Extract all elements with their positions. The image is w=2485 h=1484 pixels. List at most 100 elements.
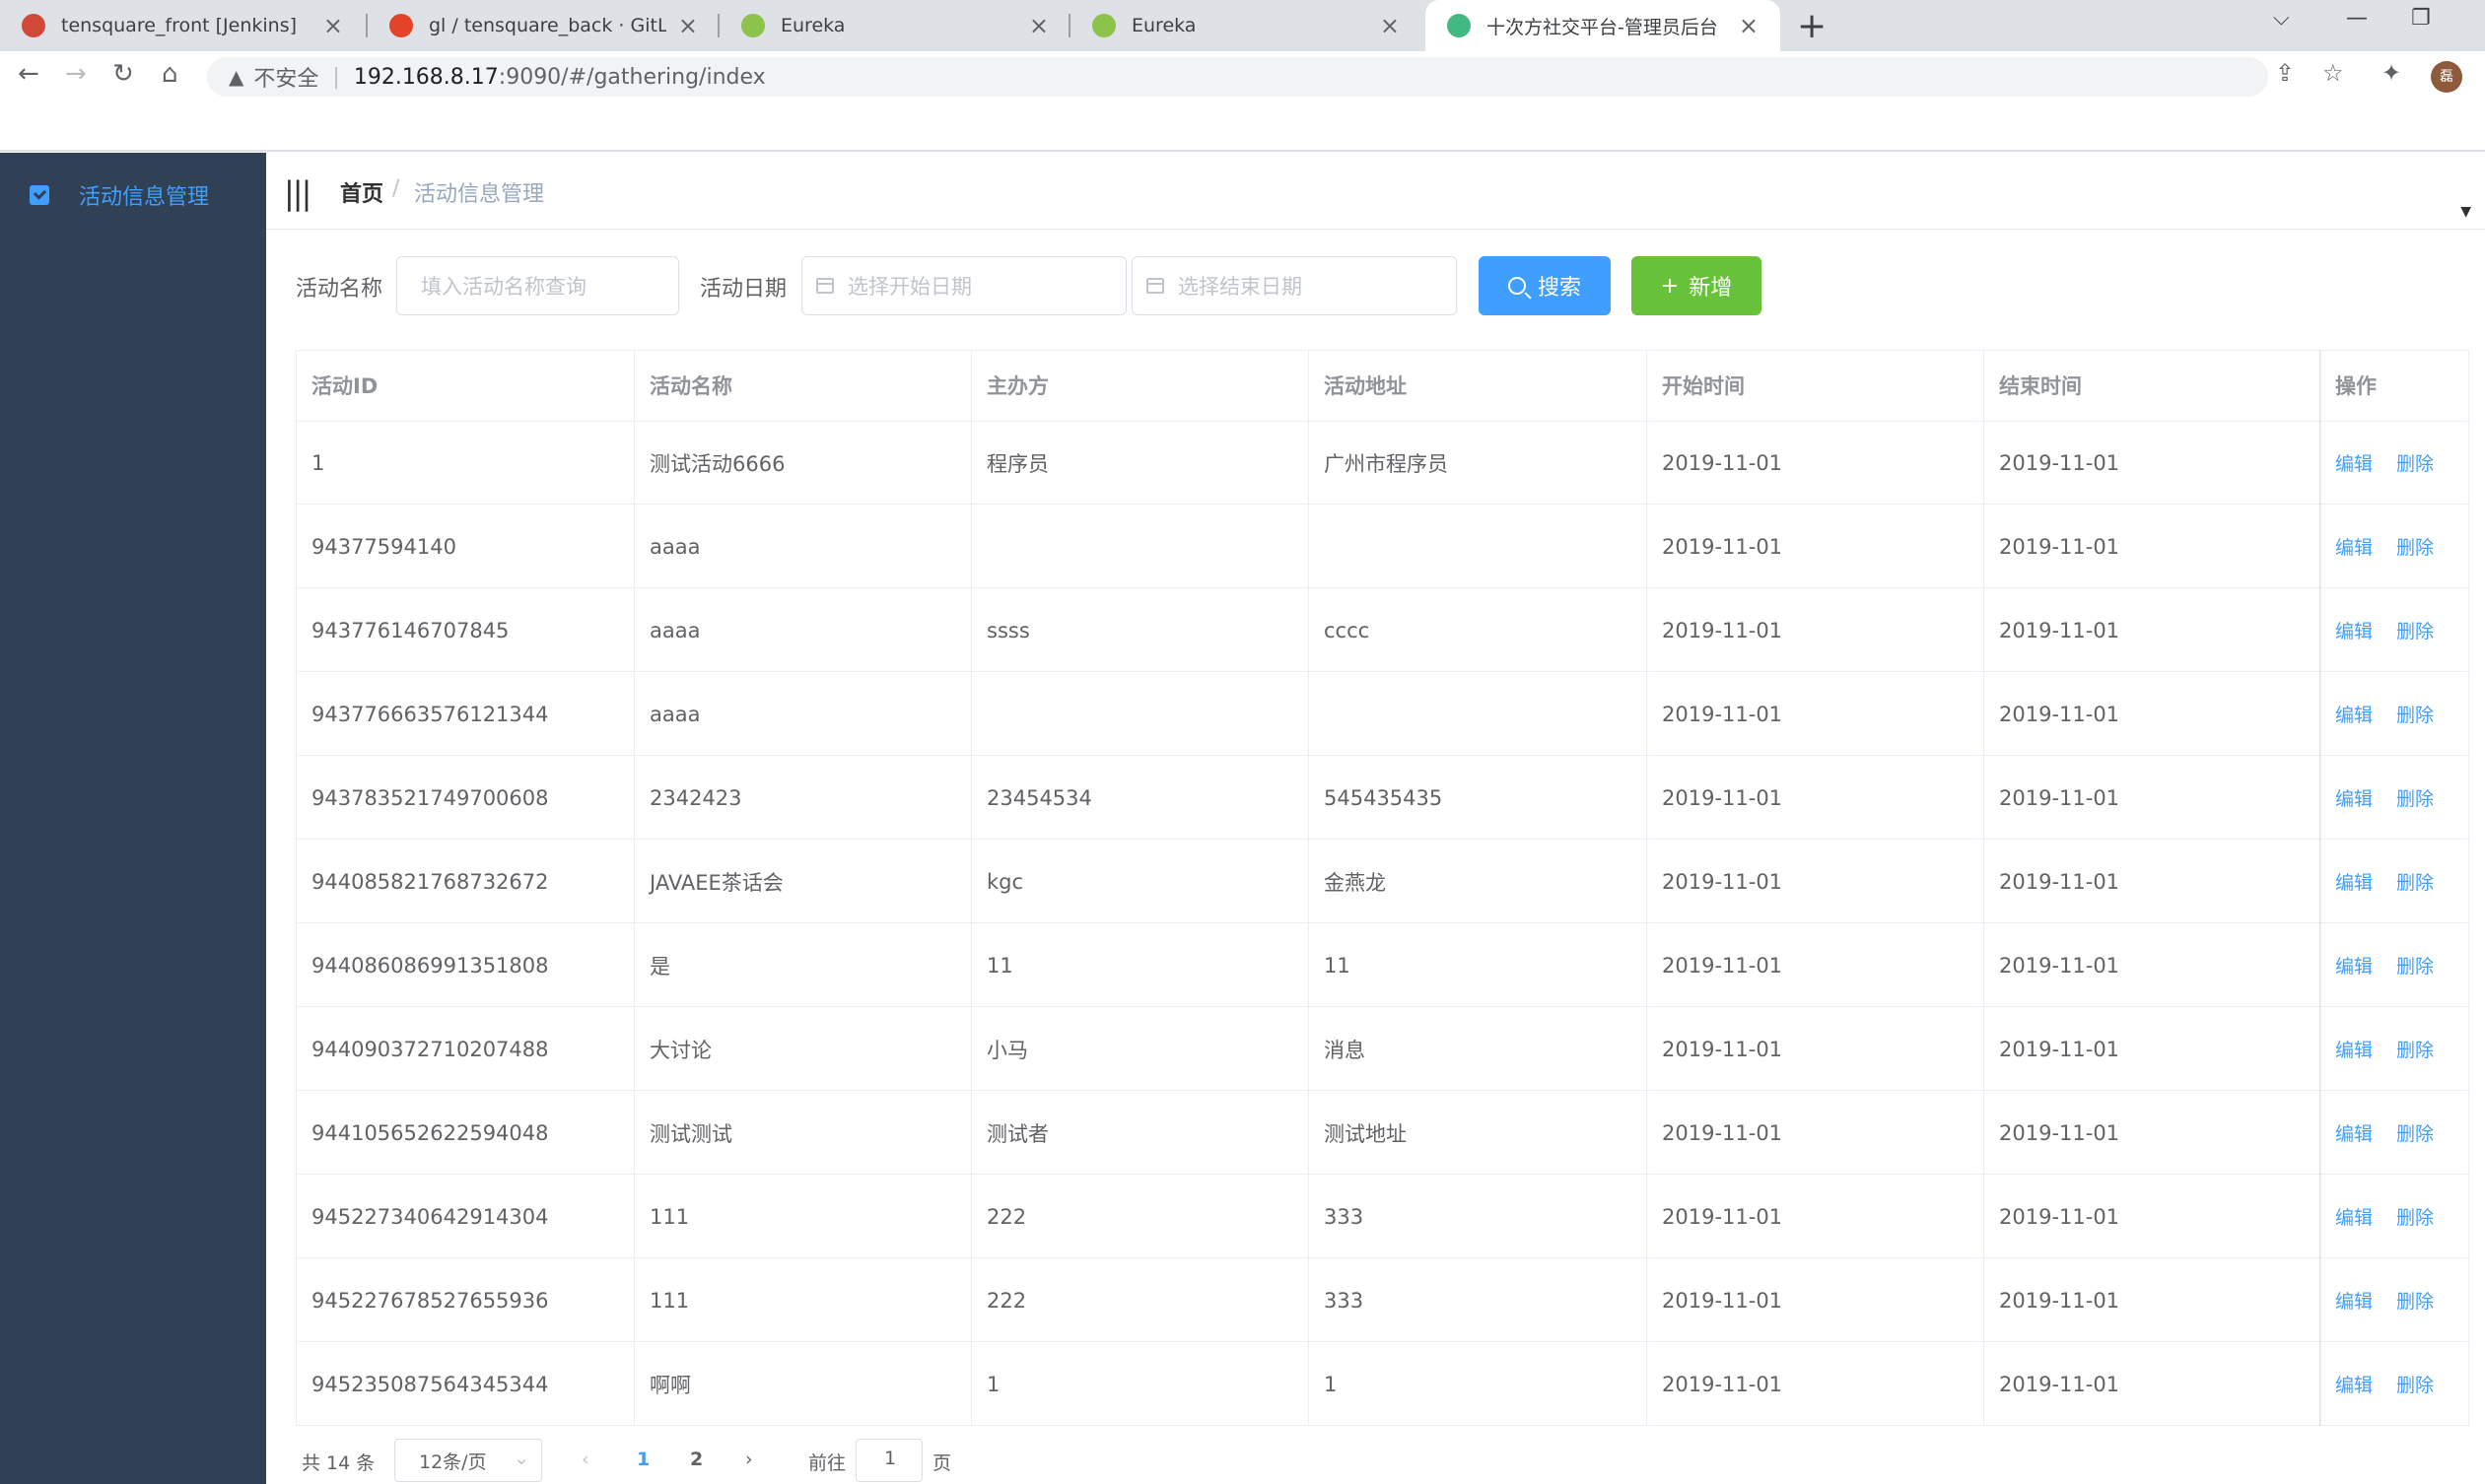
start-date-placeholder: 选择开始日期 bbox=[848, 275, 972, 299]
bookmark-star-icon[interactable]: ☆ bbox=[2322, 59, 2344, 87]
row-actions: 编辑 删除 bbox=[2319, 923, 2469, 1007]
table-column-divider bbox=[634, 350, 635, 1426]
delete-button[interactable]: 删除 bbox=[2396, 784, 2434, 811]
table-cell: 2019-11-01 bbox=[1662, 534, 1783, 559]
table-cell: 2019-11-01 bbox=[1662, 1288, 1783, 1313]
restore-button[interactable]: ❐ bbox=[2411, 6, 2431, 31]
delete-button[interactable]: 删除 bbox=[2396, 1036, 2434, 1062]
page-top-divider bbox=[0, 150, 2485, 152]
delete-button[interactable]: 删除 bbox=[2396, 1287, 2434, 1314]
row-actions: 编辑 删除 bbox=[2319, 840, 2469, 923]
browser-tab[interactable]: Eureka × bbox=[720, 0, 1070, 51]
hamburger-icon[interactable]: ||| bbox=[284, 174, 311, 212]
table-row-divider bbox=[296, 671, 2469, 672]
table-cell: aaaa bbox=[650, 534, 701, 559]
share-icon[interactable]: ⇪ bbox=[2275, 59, 2295, 87]
column-header: 操作 bbox=[2335, 374, 2377, 398]
table-row-divider bbox=[296, 1341, 2469, 1342]
tab-search-chevron-icon[interactable]: ⌵ bbox=[2273, 6, 2290, 31]
close-tab-icon[interactable]: × bbox=[1739, 12, 1759, 39]
table-cell: 545435435 bbox=[1324, 785, 1443, 810]
table-row-divider bbox=[296, 839, 2469, 840]
gathering-table: 活动ID 活动名称 主办方 活动地址 开始时间 结束时间 操作 1 测试活动6666 程序员 广州市… bbox=[296, 350, 2469, 1434]
edit-button[interactable]: 编辑 bbox=[2335, 784, 2373, 811]
search-button[interactable]: 搜索 bbox=[1479, 256, 1611, 315]
table-cell: 程序员 bbox=[987, 451, 1049, 476]
delete-button[interactable]: 删除 bbox=[2396, 868, 2434, 895]
browser-tab[interactable]: gl / tensquare_back · GitLab × bbox=[368, 0, 720, 51]
table-cell: cccc bbox=[1324, 618, 1370, 642]
prev-page-icon[interactable]: ‹ bbox=[582, 1449, 589, 1470]
table-cell: 944090372710207488 bbox=[311, 1037, 549, 1061]
back-icon[interactable]: ← bbox=[18, 59, 39, 89]
table-cell: 944086086991351808 bbox=[311, 953, 549, 978]
breadcrumb-home[interactable]: 首页 bbox=[340, 176, 383, 208]
table-cell: 2019-11-01 bbox=[1999, 702, 2120, 726]
delete-button[interactable]: 删除 bbox=[2396, 1371, 2434, 1397]
next-page-icon[interactable]: › bbox=[745, 1449, 753, 1470]
breadcrumb-separator: / bbox=[392, 176, 400, 201]
table-cell: 消息 bbox=[1324, 1038, 1365, 1062]
profile-avatar[interactable]: 磊 bbox=[2431, 61, 2462, 93]
column-header: 开始时间 bbox=[1662, 374, 1745, 398]
reload-icon[interactable]: ↻ bbox=[112, 59, 134, 89]
delete-button[interactable]: 删除 bbox=[2396, 449, 2434, 476]
browser-tab[interactable]: tensquare_front [Jenkins] × bbox=[0, 0, 365, 51]
table-row-divider bbox=[296, 1006, 2469, 1007]
tab-title: 十次方社交平台-管理员后台 bbox=[1486, 16, 1718, 38]
start-date-picker[interactable]: 选择开始日期 bbox=[801, 256, 1127, 315]
extensions-puzzle-icon[interactable]: ✦ bbox=[2381, 59, 2401, 87]
new-tab-button[interactable]: + bbox=[1797, 6, 1827, 46]
end-date-picker[interactable]: 选择结束日期 bbox=[1132, 256, 1457, 315]
edit-button[interactable]: 编辑 bbox=[2335, 1371, 2373, 1397]
delete-button[interactable]: 删除 bbox=[2396, 1119, 2434, 1146]
edit-button[interactable]: 编辑 bbox=[2335, 701, 2373, 727]
delete-button[interactable]: 删除 bbox=[2396, 533, 2434, 560]
page-number-2[interactable]: 2 bbox=[690, 1449, 703, 1470]
activity-name-input[interactable]: 填入活动名称查询 bbox=[396, 256, 679, 315]
page-size-select[interactable]: 12条/页 ⌄ bbox=[394, 1439, 542, 1482]
table-top-border bbox=[296, 350, 2469, 351]
warning-icon: ▲ bbox=[229, 65, 244, 89]
table-cell: 945235087564345344 bbox=[311, 1372, 549, 1396]
table-cell: 111 bbox=[650, 1204, 690, 1229]
edit-button[interactable]: 编辑 bbox=[2335, 1036, 2373, 1062]
address-bar[interactable]: ▲ 不安全 | 192.168.8.17 :9090/#/gathering/i… bbox=[207, 57, 2268, 97]
edit-button[interactable]: 编辑 bbox=[2335, 1119, 2373, 1146]
edit-button[interactable]: 编辑 bbox=[2335, 617, 2373, 643]
forward-icon[interactable]: → bbox=[65, 59, 87, 89]
edit-button[interactable]: 编辑 bbox=[2335, 449, 2373, 476]
chevron-down-icon: ⌄ bbox=[514, 1448, 529, 1469]
top-navbar: ||| 首页 / 活动信息管理 ▼ bbox=[266, 153, 2485, 230]
delete-button[interactable]: 删除 bbox=[2396, 1203, 2434, 1230]
caret-down-icon[interactable]: ▼ bbox=[2460, 204, 2471, 220]
home-icon[interactable]: ⌂ bbox=[162, 59, 178, 89]
page-number-1[interactable]: 1 bbox=[637, 1449, 650, 1470]
table-cell: 大讨论 bbox=[650, 1038, 712, 1062]
goto-page-input[interactable]: 1 bbox=[856, 1439, 923, 1482]
edit-button[interactable]: 编辑 bbox=[2335, 952, 2373, 978]
browser-tab[interactable]: Eureka × bbox=[1070, 0, 1421, 51]
browser-tab[interactable]: 十次方社交平台-管理员后台 × bbox=[1425, 0, 1780, 51]
edit-button[interactable]: 编辑 bbox=[2335, 1203, 2373, 1230]
delete-button[interactable]: 删除 bbox=[2396, 617, 2434, 643]
delete-button[interactable]: 删除 bbox=[2396, 952, 2434, 978]
table-cell: 23454534 bbox=[987, 785, 1092, 810]
table-cell: 2019-11-01 bbox=[1662, 1120, 1783, 1145]
minimize-button[interactable]: — bbox=[2346, 6, 2368, 31]
add-button[interactable]: + 新增 bbox=[1631, 256, 1761, 315]
table-cell: 2019-11-01 bbox=[1999, 1204, 2120, 1229]
edit-button[interactable]: 编辑 bbox=[2335, 868, 2373, 895]
table-cell bbox=[1308, 672, 1646, 756]
sidebar-item-gathering[interactable]: 活动信息管理 bbox=[0, 153, 266, 237]
close-tab-icon[interactable]: × bbox=[678, 12, 698, 39]
column-header: 活动地址 bbox=[1324, 374, 1407, 398]
spring-leaf-icon bbox=[1092, 14, 1116, 37]
end-date-placeholder: 选择结束日期 bbox=[1178, 275, 1302, 299]
close-tab-icon[interactable]: × bbox=[1380, 12, 1400, 39]
close-tab-icon[interactable]: × bbox=[1029, 12, 1049, 39]
delete-button[interactable]: 删除 bbox=[2396, 701, 2434, 727]
close-tab-icon[interactable]: × bbox=[323, 12, 343, 39]
edit-button[interactable]: 编辑 bbox=[2335, 533, 2373, 560]
edit-button[interactable]: 编辑 bbox=[2335, 1287, 2373, 1314]
